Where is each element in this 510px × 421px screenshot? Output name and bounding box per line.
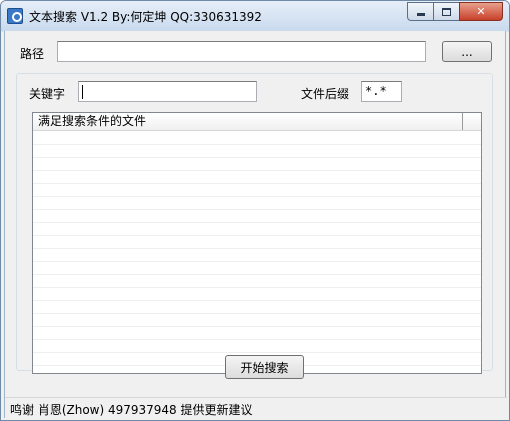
window-controls: ✕ bbox=[407, 2, 503, 21]
column-header-spacer bbox=[464, 113, 481, 130]
column-header-files[interactable]: 满足搜索条件的文件 bbox=[33, 113, 463, 130]
browse-button[interactable]: ... bbox=[442, 41, 492, 62]
minimize-button[interactable] bbox=[407, 2, 433, 21]
keyword-label: 关键字 bbox=[29, 87, 66, 101]
start-search-button[interactable]: 开始搜索 bbox=[225, 355, 304, 379]
status-text: 鸣谢 肖恩(Zhow) 497937948 提供更新建议 bbox=[10, 403, 253, 417]
close-button[interactable]: ✕ bbox=[459, 2, 503, 21]
extension-input[interactable]: *.* bbox=[361, 81, 402, 102]
results-list-body[interactable] bbox=[33, 132, 481, 373]
keyword-input[interactable] bbox=[78, 81, 257, 102]
search-app-icon bbox=[7, 8, 23, 24]
minimize-icon bbox=[416, 13, 425, 16]
close-icon: ✕ bbox=[476, 5, 486, 18]
text-caret bbox=[82, 84, 83, 99]
path-label: 路径 bbox=[20, 47, 45, 61]
results-list[interactable]: 满足搜索条件的文件 bbox=[32, 112, 482, 374]
app-window: 文本搜索 V1.2 By:何定坤 QQ:330631392 ✕ 路径 ... 关… bbox=[0, 0, 510, 421]
client-area: 路径 ... 关键字 文件后缀 *.* 满足搜索条件的文件 开始搜索 鸣谢 肖恩… bbox=[4, 31, 507, 418]
path-input[interactable] bbox=[57, 41, 426, 62]
maximize-icon bbox=[442, 7, 451, 16]
results-list-header: 满足搜索条件的文件 bbox=[33, 113, 481, 131]
title-bar[interactable]: 文本搜索 V1.2 By:何定坤 QQ:330631392 ✕ bbox=[1, 1, 509, 31]
extension-label: 文件后缀 bbox=[301, 87, 350, 101]
maximize-button[interactable] bbox=[433, 2, 459, 21]
window-title: 文本搜索 V1.2 By:何定坤 QQ:330631392 bbox=[29, 10, 262, 24]
status-bar: 鸣谢 肖恩(Zhow) 497937948 提供更新建议 bbox=[5, 397, 507, 418]
